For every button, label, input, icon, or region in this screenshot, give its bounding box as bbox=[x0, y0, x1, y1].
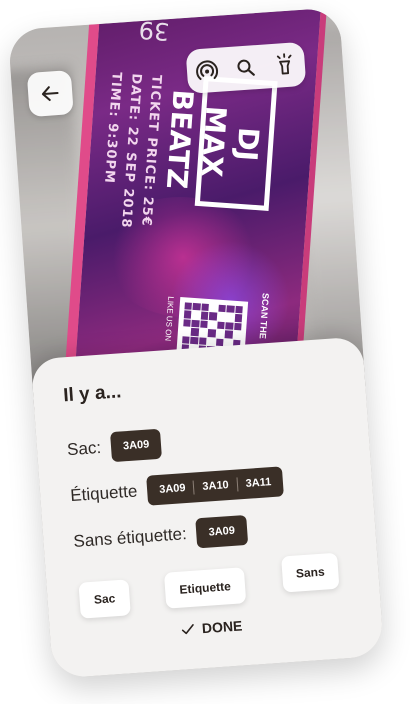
sac-chip-button[interactable]: Sac bbox=[78, 579, 131, 619]
row-etiquette: Étiquette 3A09 3A10 3A11 bbox=[69, 466, 285, 511]
check-icon bbox=[181, 624, 194, 635]
flashlight-icon bbox=[277, 53, 292, 75]
row-sans-etiquette: Sans étiquette: 3A09 bbox=[72, 514, 248, 557]
ticket-number: 39 bbox=[137, 15, 171, 46]
tag[interactable]: 3A11 bbox=[237, 467, 281, 500]
nfc-button[interactable] bbox=[193, 57, 221, 85]
flashlight-button[interactable] bbox=[271, 51, 299, 79]
tag[interactable]: 3A10 bbox=[193, 470, 237, 503]
results-sheet: Il y a... Sac: 3A09 Étiquette 3A09 3A10 … bbox=[30, 336, 385, 679]
tag-group: 3A09 bbox=[110, 428, 163, 463]
sans-chip-button[interactable]: Sans bbox=[281, 552, 340, 593]
done-button[interactable]: DONE bbox=[179, 617, 243, 637]
phone-frame: 39 TICKET PRICE: 25€ DATE: 22 SEP 2018 T… bbox=[7, 7, 385, 679]
row-label: Sans étiquette: bbox=[72, 524, 188, 552]
tag[interactable]: 3A09 bbox=[200, 515, 244, 548]
back-button[interactable] bbox=[26, 70, 74, 118]
etiquette-chip-button[interactable]: Etiquette bbox=[163, 567, 247, 609]
scan-tools bbox=[185, 41, 307, 94]
row-sac: Sac: 3A09 bbox=[66, 428, 163, 466]
search-button[interactable] bbox=[232, 54, 260, 82]
tag-group: 3A09 bbox=[195, 514, 248, 549]
tag[interactable]: 3A09 bbox=[150, 473, 194, 506]
ticket-like-text: LIKE US ON bbox=[163, 296, 176, 342]
nfc-icon bbox=[195, 60, 218, 81]
done-label: DONE bbox=[201, 617, 243, 637]
arrow-left-icon bbox=[41, 86, 59, 102]
row-label: Sac: bbox=[66, 437, 102, 460]
sheet-title: Il y a... bbox=[62, 381, 123, 407]
search-icon bbox=[237, 59, 255, 76]
tag-group: 3A09 3A10 3A11 bbox=[146, 466, 285, 506]
tag[interactable]: 3A09 bbox=[114, 429, 158, 462]
ticket-logo: DJ MAX BEATZ bbox=[160, 76, 278, 211]
row-label: Étiquette bbox=[69, 481, 138, 506]
ticket-details: TICKET PRICE: 25€ DATE: 22 SEP 2018 TIME… bbox=[95, 71, 166, 230]
screen: 39 TICKET PRICE: 25€ DATE: 22 SEP 2018 T… bbox=[0, 0, 410, 704]
